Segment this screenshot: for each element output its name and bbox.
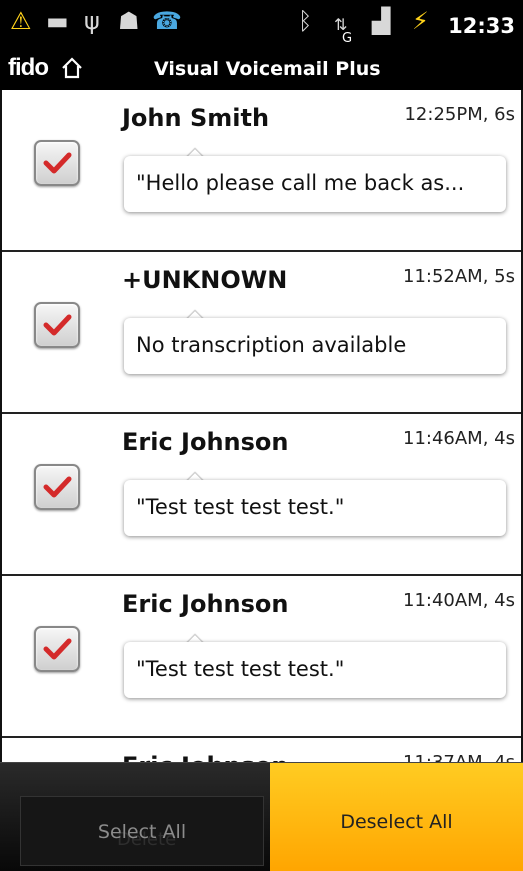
voicemail-time-duration: 11:40AM, 4s <box>403 590 515 611</box>
usb-icon: ψ <box>84 7 100 35</box>
transcription-bubble[interactable]: "Test test test test." <box>124 642 506 698</box>
warning-icon: ⚠ <box>10 7 32 35</box>
voicemail-item[interactable]: Eric Johnson 11:40AM, 4s "Test test test… <box>2 576 521 738</box>
message-icon: ▬ <box>46 7 69 35</box>
voicemail-item[interactable]: John Smith 12:25PM, 6s "Hello please cal… <box>2 90 521 252</box>
voicemail-list[interactable]: John Smith 12:25PM, 6s "Hello please cal… <box>0 90 523 871</box>
voicemail-item[interactable]: Eric Johnson 11:46AM, 4s "Test test test… <box>2 414 521 576</box>
battery-charging-icon: ⚡ <box>412 7 429 35</box>
fido-logo: fido <box>8 54 49 81</box>
voicemail-time-duration: 12:25PM, 6s <box>404 104 515 125</box>
caller-name: John Smith <box>122 104 270 132</box>
select-all-label: Select All <box>97 821 187 843</box>
voicemail-item[interactable]: +UNKNOWN 11:52AM, 5s No transcription av… <box>2 252 521 414</box>
caller-name: +UNKNOWN <box>122 266 288 294</box>
caller-name: Eric Johnson <box>122 590 289 618</box>
caller-name: Eric Johnson <box>122 428 289 456</box>
select-checkbox[interactable] <box>34 140 80 186</box>
app-title-bar: fido Visual Voicemail Plus <box>0 52 523 90</box>
deselect-all-button[interactable]: Deselect All <box>270 763 523 871</box>
checkmark-icon <box>43 152 72 174</box>
transcription-bubble[interactable]: No transcription available <box>124 318 506 374</box>
action-bar: Delete Select All Deselect All <box>0 762 523 871</box>
checkmark-icon <box>43 638 72 660</box>
signal-icon: ▟ <box>372 7 391 35</box>
checkmark-icon <box>43 314 72 336</box>
home-icon[interactable] <box>60 56 84 80</box>
android-debug-icon: ☗ <box>118 7 140 35</box>
transcription-bubble[interactable]: "Test test test test." <box>124 480 506 536</box>
select-checkbox[interactable] <box>34 302 80 348</box>
voicemail-call-icon: ☎ <box>152 7 182 35</box>
bluetooth-icon: ᛒ <box>298 7 313 35</box>
select-all-button[interactable]: Delete Select All <box>20 796 264 866</box>
voicemail-time-duration: 11:52AM, 5s <box>403 266 515 287</box>
select-checkbox[interactable] <box>34 626 80 672</box>
checkmark-icon <box>43 476 72 498</box>
status-bar: ⚠ ▬ ψ ☗ ☎ ᛒ ⇅ G ▟ ⚡ 12:33 <box>0 0 523 52</box>
clock: 12:33 <box>448 14 515 38</box>
transcription-bubble[interactable]: "Hello please call me back as... <box>124 156 506 212</box>
app-title: Visual Voicemail Plus <box>154 58 381 80</box>
select-checkbox[interactable] <box>34 464 80 510</box>
network-type: G <box>342 31 353 46</box>
voicemail-time-duration: 11:46AM, 4s <box>403 428 515 449</box>
